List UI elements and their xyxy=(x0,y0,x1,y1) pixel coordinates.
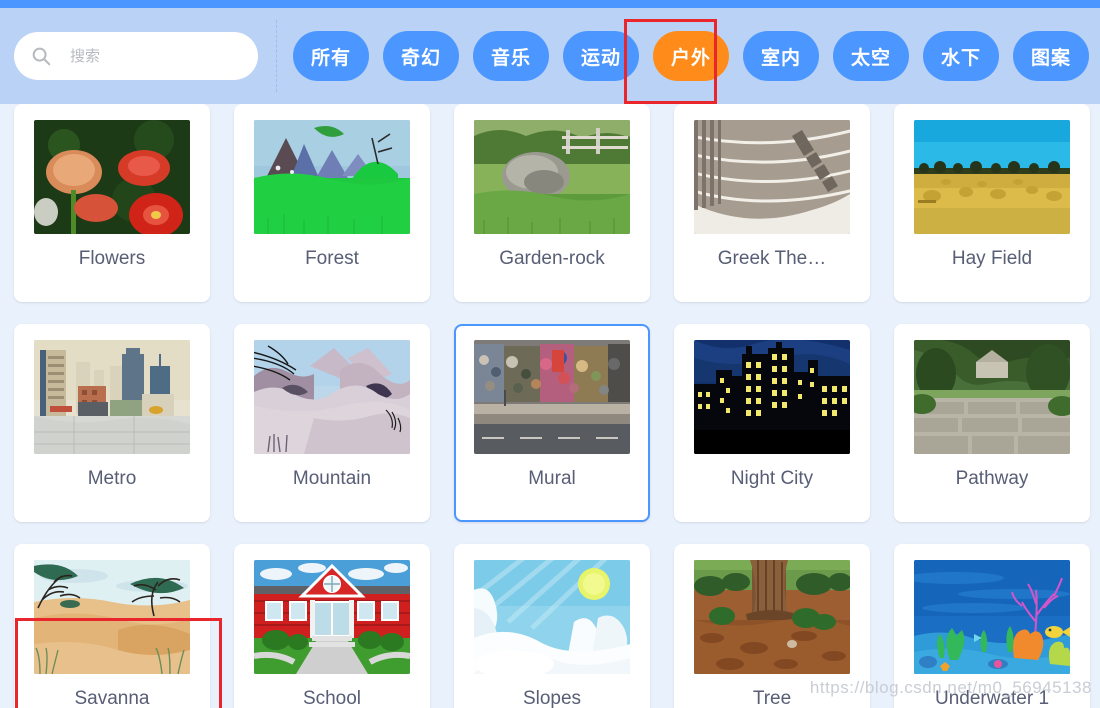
category-tag-7[interactable]: 太空 xyxy=(833,31,909,81)
category-tag-6[interactable]: 室内 xyxy=(743,31,819,81)
backdrop-card[interactable]: Metro xyxy=(14,324,210,522)
backdrop-thumbnail xyxy=(254,120,410,234)
category-tag-9[interactable]: 图案 xyxy=(1013,31,1089,81)
backdrop-library-grid-area: Flowers Forest Garden-rock Greek The… Ha… xyxy=(0,104,1100,708)
search-icon xyxy=(30,45,52,67)
backdrop-card[interactable]: Savanna xyxy=(14,544,210,708)
backdrop-card[interactable]: Pathway xyxy=(894,324,1090,522)
category-tag-2[interactable]: 奇幻 xyxy=(383,31,459,81)
backdrop-card[interactable]: Forest xyxy=(234,104,430,302)
backdrop-card[interactable]: School xyxy=(234,544,430,708)
category-tag-5[interactable]: 户外 xyxy=(653,31,729,81)
backdrop-card-label: Pathway xyxy=(955,468,1029,489)
backdrop-card[interactable]: Mountain xyxy=(234,324,430,522)
backdrop-thumbnail xyxy=(474,340,630,454)
top-accent-strip xyxy=(0,0,1100,8)
backdrop-card-label: Mountain xyxy=(292,468,372,489)
category-tag-8[interactable]: 水下 xyxy=(923,31,999,81)
backdrop-card-label: Night City xyxy=(730,468,814,489)
backdrop-thumbnail xyxy=(34,560,190,674)
backdrop-card-label: School xyxy=(302,688,362,708)
backdrop-card[interactable]: Night City xyxy=(674,324,870,522)
category-tag-4[interactable]: 运动 xyxy=(563,31,639,81)
backdrop-card-label: Hay Field xyxy=(951,248,1033,269)
backdrop-card-label: Savanna xyxy=(74,688,150,708)
backdrop-card-label: Flowers xyxy=(78,248,146,269)
backdrop-card-label: Garden-rock xyxy=(499,248,605,269)
category-tag-1[interactable]: 所有 xyxy=(293,31,369,81)
backdrop-card[interactable]: Greek The… xyxy=(674,104,870,302)
backdrop-thumbnail xyxy=(914,340,1070,454)
backdrop-thumbnail xyxy=(34,340,190,454)
search-input[interactable] xyxy=(70,47,240,65)
search-box[interactable] xyxy=(14,32,258,80)
backdrop-thumbnail xyxy=(694,560,850,674)
backdrop-thumbnail xyxy=(914,560,1070,674)
backdrop-thumbnail xyxy=(694,120,850,234)
category-tag-3[interactable]: 音乐 xyxy=(473,31,549,81)
backdrop-card-label: Slopes xyxy=(522,688,582,708)
backdrop-card-label: Underwater 1 xyxy=(934,688,1050,708)
backdrop-thumbnail xyxy=(914,120,1070,234)
backdrop-card-label: Forest xyxy=(305,248,359,269)
library-header: 所有奇幻音乐运动户外室内太空水下图案 xyxy=(0,8,1100,104)
backdrop-thumbnail xyxy=(474,560,630,674)
backdrop-thumbnail xyxy=(254,340,410,454)
backdrop-thumbnail xyxy=(694,340,850,454)
backdrop-card-label: Greek The… xyxy=(717,248,827,269)
backdrop-thumbnail xyxy=(34,120,190,234)
backdrop-thumbnail xyxy=(254,560,410,674)
header-divider xyxy=(276,20,277,92)
backdrop-thumbnail xyxy=(474,120,630,234)
backdrop-card-label: Tree xyxy=(752,688,792,708)
backdrop-card[interactable]: Slopes xyxy=(454,544,650,708)
backdrop-card[interactable]: Underwater 1 xyxy=(894,544,1090,708)
backdrop-card-label: Metro xyxy=(87,468,137,489)
backdrop-card[interactable]: Garden-rock xyxy=(454,104,650,302)
backdrop-grid: Flowers Forest Garden-rock Greek The… Ha… xyxy=(14,104,1090,708)
backdrop-card[interactable]: Flowers xyxy=(14,104,210,302)
backdrop-card[interactable]: Mural xyxy=(454,324,650,522)
backdrop-card[interactable]: Tree xyxy=(674,544,870,708)
category-tag-bar: 所有 奇幻 音乐 运动 户外 室内 太空 水下 图案 xyxy=(289,31,1089,81)
backdrop-card-label: Mural xyxy=(528,468,576,489)
backdrop-card[interactable]: Hay Field xyxy=(894,104,1090,302)
